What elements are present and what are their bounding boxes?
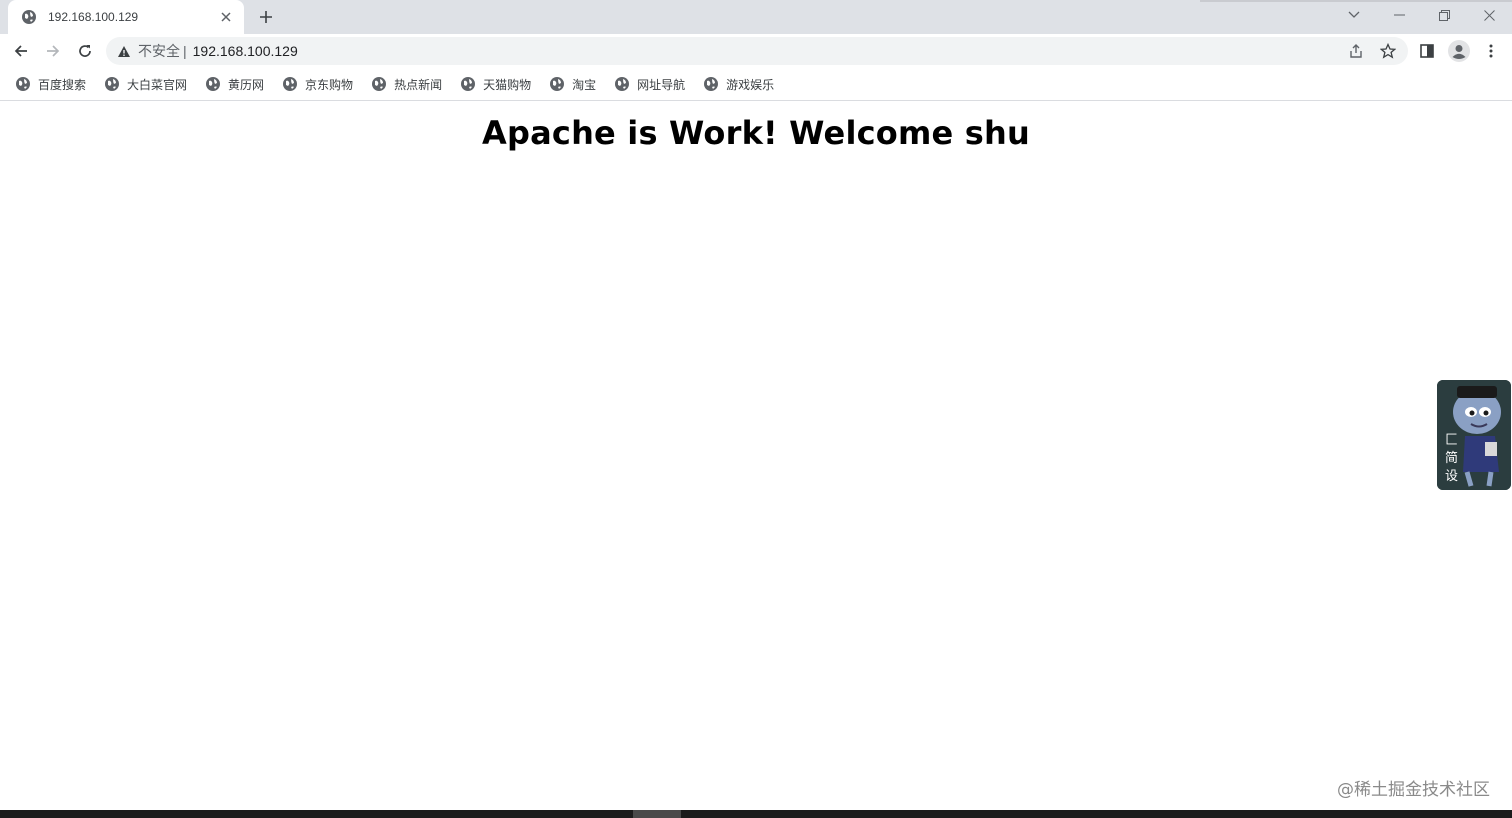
security-label[interactable]: 不安全 [138, 41, 180, 61]
back-button[interactable] [7, 37, 35, 65]
warning-triangle-icon[interactable] [117, 45, 131, 58]
bookmark-label: 黄历网 [228, 77, 265, 92]
minimize-icon [1393, 14, 1405, 16]
bookmark-item[interactable]: 热点新闻 [370, 72, 450, 96]
bookmark-label: 淘宝 [572, 77, 597, 92]
new-tab-button[interactable] [254, 5, 278, 29]
restore-button[interactable] [1421, 0, 1467, 30]
globe-icon [21, 9, 37, 25]
widget-text: 匚简设 [1445, 433, 1459, 484]
window-close-button[interactable] [1466, 0, 1512, 30]
star-icon[interactable] [1378, 41, 1398, 61]
plus-icon [260, 11, 272, 23]
floating-widget[interactable]: 匚简设 [1437, 380, 1511, 490]
bookmark-label: 热点新闻 [394, 77, 443, 92]
bookmark-item[interactable]: 百度搜索 [14, 72, 94, 96]
browser-window: 192.168.100.129 不安全 | 192.168.100.129 百度… [0, 0, 1512, 818]
chevron-down-icon [1348, 11, 1360, 18]
bookmarks-bar: 百度搜索 大白菜官网 黄历网 京东购物 热点新闻 天猫购物 淘宝 网址导航 游戏… [0, 68, 1512, 101]
globe-icon [703, 76, 719, 92]
kebab-menu-icon [1489, 44, 1493, 58]
bookmark-item[interactable]: 天猫购物 [459, 72, 539, 96]
bookmark-item[interactable]: 网址导航 [613, 72, 693, 96]
bookmark-item[interactable]: 大白菜官网 [103, 72, 195, 96]
page-heading: Apache is Work! Welcome shu [482, 114, 1030, 152]
restore-icon [1438, 9, 1450, 21]
side-panel-icon [1420, 44, 1434, 58]
globe-icon [282, 76, 298, 92]
bookmark-label: 百度搜索 [38, 77, 87, 92]
reload-button[interactable] [71, 37, 99, 65]
minimize-button[interactable] [1376, 0, 1422, 30]
profile-button[interactable] [1445, 37, 1473, 65]
bookmark-item[interactable]: 游戏娱乐 [702, 72, 782, 96]
globe-icon [104, 76, 120, 92]
forward-button[interactable] [39, 37, 67, 65]
globe-icon [205, 76, 221, 92]
close-icon [1483, 9, 1495, 21]
globe-icon [460, 76, 476, 92]
tab-strip: 192.168.100.129 [0, 0, 1512, 34]
share-icon[interactable] [1346, 41, 1366, 61]
tab-search-button[interactable] [1331, 0, 1377, 30]
side-panel-button[interactable] [1413, 37, 1441, 65]
url-input[interactable] [192, 43, 1093, 59]
os-taskbar [0, 810, 1512, 818]
forward-arrow-icon [47, 45, 60, 57]
taskbar-active-item[interactable] [633, 810, 681, 818]
page-content: Apache is Work! Welcome shu 匚简设 @稀土掘金技术社… [0, 102, 1512, 810]
bookmark-label: 游戏娱乐 [726, 77, 775, 92]
globe-icon [15, 76, 31, 92]
close-icon[interactable] [218, 9, 234, 25]
tab-title: 192.168.100.129 [48, 10, 139, 24]
profile-avatar-icon [1448, 40, 1470, 62]
globe-icon [549, 76, 565, 92]
toolbar: 不安全 | [0, 34, 1512, 68]
bookmark-item[interactable]: 黄历网 [204, 72, 272, 96]
watermark: @稀土掘金技术社区 [1337, 780, 1490, 800]
bookmark-label: 天猫购物 [483, 77, 532, 92]
reload-icon [79, 45, 91, 57]
bookmark-label: 网址导航 [637, 77, 686, 92]
omnibox-separator: | [183, 43, 187, 59]
bookmark-item[interactable]: 京东购物 [281, 72, 361, 96]
globe-icon [371, 76, 387, 92]
bookmark-item[interactable]: 淘宝 [548, 72, 604, 96]
address-bar[interactable]: 不安全 | [106, 37, 1408, 65]
tab-active[interactable]: 192.168.100.129 [8, 0, 244, 34]
menu-button[interactable] [1477, 37, 1505, 65]
bookmark-label: 京东购物 [305, 77, 354, 92]
back-arrow-icon [14, 45, 27, 57]
globe-icon [614, 76, 630, 92]
bookmark-label: 大白菜官网 [127, 77, 188, 92]
